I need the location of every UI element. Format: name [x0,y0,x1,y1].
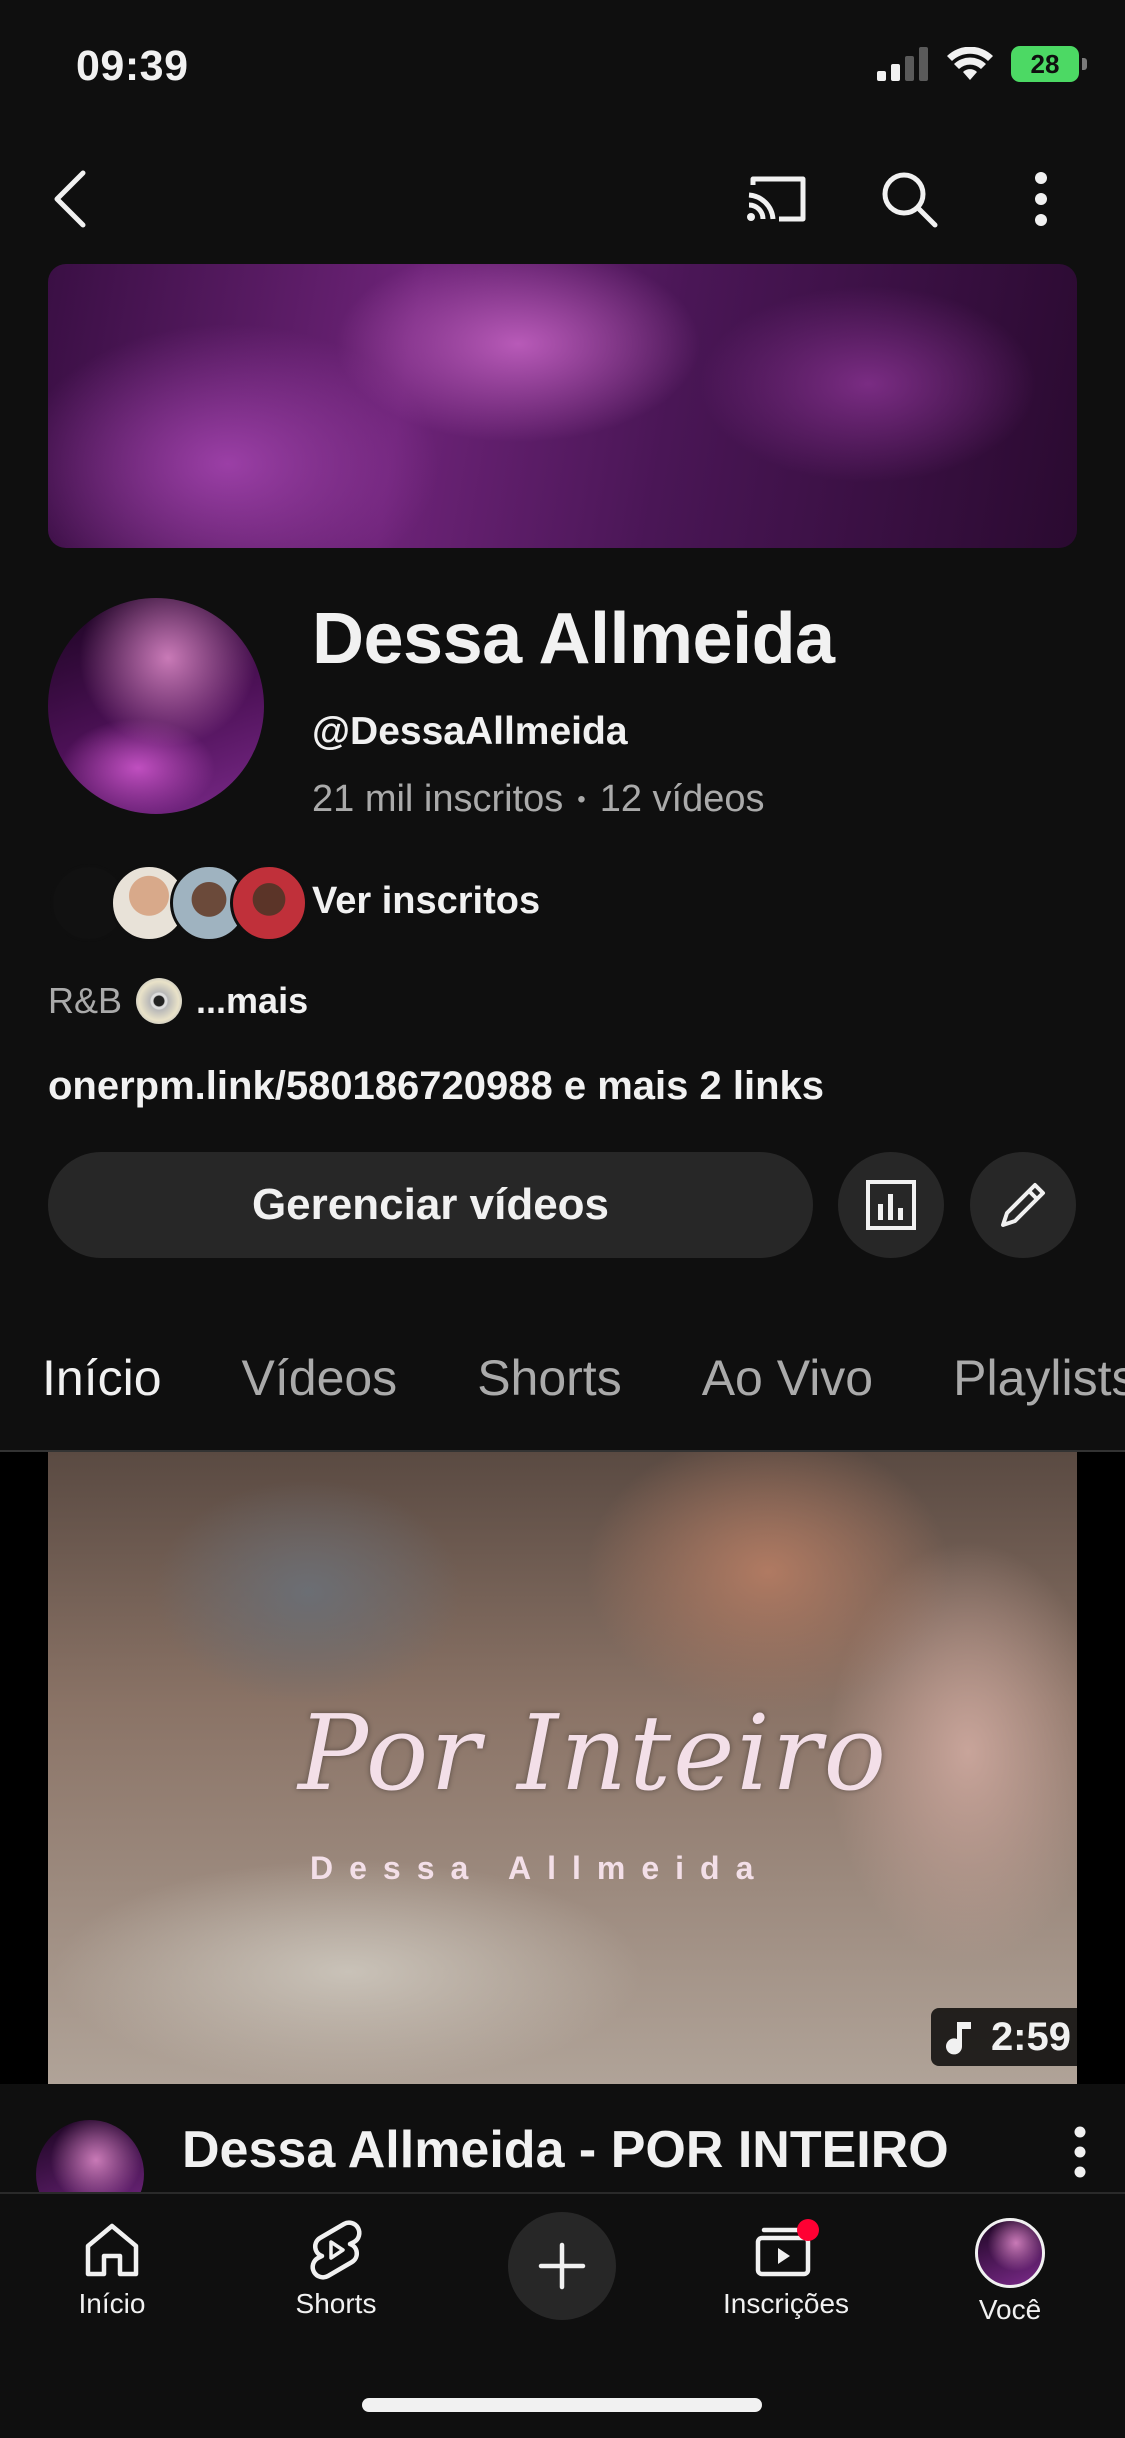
nav-label: Shorts [295,2288,377,2319]
more-link[interactable]: ...mais [196,980,308,1022]
nav-inicio[interactable]: Início [32,2218,192,2320]
notification-dot [797,2219,819,2241]
shorts-icon [310,2220,362,2280]
manage-videos-button[interactable]: Gerenciar vídeos [48,1152,813,1258]
channel-links[interactable]: onerpm.link/580186720988 e mais 2 links [48,1064,824,1109]
battery-icon: 28 [1011,46,1087,82]
channel-name: Dessa Allmeida [312,599,835,679]
subscriber-avatars[interactable] [50,864,308,942]
create-button[interactable] [508,2212,616,2320]
wifi-icon [947,47,993,80]
cast-icon [747,176,806,222]
tab-playlists[interactable]: Playlists [913,1338,1125,1450]
nav-voce[interactable]: Você [930,2218,1090,2326]
search-icon [882,172,938,228]
more-options-button[interactable] [1006,164,1076,234]
subscriptions-icon [755,2219,819,2277]
channel-tabs: Início Vídeos Shorts Ao Vivo Playlists [0,1338,1125,1452]
tab-videos[interactable]: Vídeos [202,1338,438,1450]
back-arrow-icon [54,170,86,228]
more-links[interactable]: e mais 2 links [553,1064,824,1108]
video-count: 12 vídeos [599,778,765,820]
video-thumbnail[interactable]: Por Inteiro Dessa Allmeida [0,1452,1125,2084]
plus-icon [538,2242,586,2290]
channel-link[interactable]: onerpm.link/580186720988 [48,1064,553,1108]
stats-separator: • [577,785,586,813]
duration-badge: 2:59 [930,2008,1085,2066]
edit-channel-button[interactable] [970,1152,1076,1258]
battery-level: 28 [1030,48,1060,79]
back-button[interactable] [36,164,106,234]
signal-icon [877,47,928,81]
nav-label: Início [78,2288,146,2319]
video-menu-button[interactable] [1073,2126,1087,2183]
tab-shorts[interactable]: Shorts [437,1338,662,1450]
status-icons: 28 [877,46,1087,82]
thumbnail-subtitle: Dessa Allmeida [310,1850,770,1886]
home-indicator[interactable] [362,2398,762,2412]
nav-label: Você [978,2294,1042,2325]
pencil-icon [1001,1183,1045,1227]
video-duration: 2:59 [990,2014,1071,2059]
subscriber-avatar [230,864,308,942]
more-vertical-icon [1035,172,1047,226]
tab-inicio[interactable]: Início [0,1338,202,1450]
subscriber-count: 21 mil inscritos [312,778,564,820]
channel-handle: @DessaAllmeida [312,710,628,753]
cast-button[interactable] [742,164,812,234]
home-icon [85,2223,139,2277]
channel-stats: 21 mil inscritos • 12 vídeos [312,778,765,821]
channel-avatar[interactable] [48,598,264,814]
channel-description[interactable]: R&B ...mais [48,978,308,1024]
search-button[interactable] [874,164,944,234]
channel-banner[interactable] [48,264,1077,548]
more-vertical-icon [1074,2126,1086,2178]
analytics-icon [866,1180,916,1230]
nav-shorts[interactable]: Shorts [256,2218,416,2320]
music-note-icon [945,2022,971,2055]
analytics-button[interactable] [838,1152,944,1258]
tab-ao-vivo[interactable]: Ao Vivo [662,1338,913,1450]
status-time: 09:39 [76,42,189,90]
nav-inscricoes[interactable]: Inscrições [706,2218,866,2320]
video-title[interactable]: Dessa Allmeida - POR INTEIRO [182,2120,949,2180]
genre-tag: R&B [48,980,123,1021]
cd-icon [136,978,183,1024]
thumbnail-image: Por Inteiro Dessa Allmeida [48,1452,1077,2084]
see-subscribers-link[interactable]: Ver inscritos [312,880,540,923]
avatar [975,2218,1045,2288]
nav-label: Inscrições [722,2288,850,2319]
thumbnail-title: Por Inteiro [298,1692,889,1814]
